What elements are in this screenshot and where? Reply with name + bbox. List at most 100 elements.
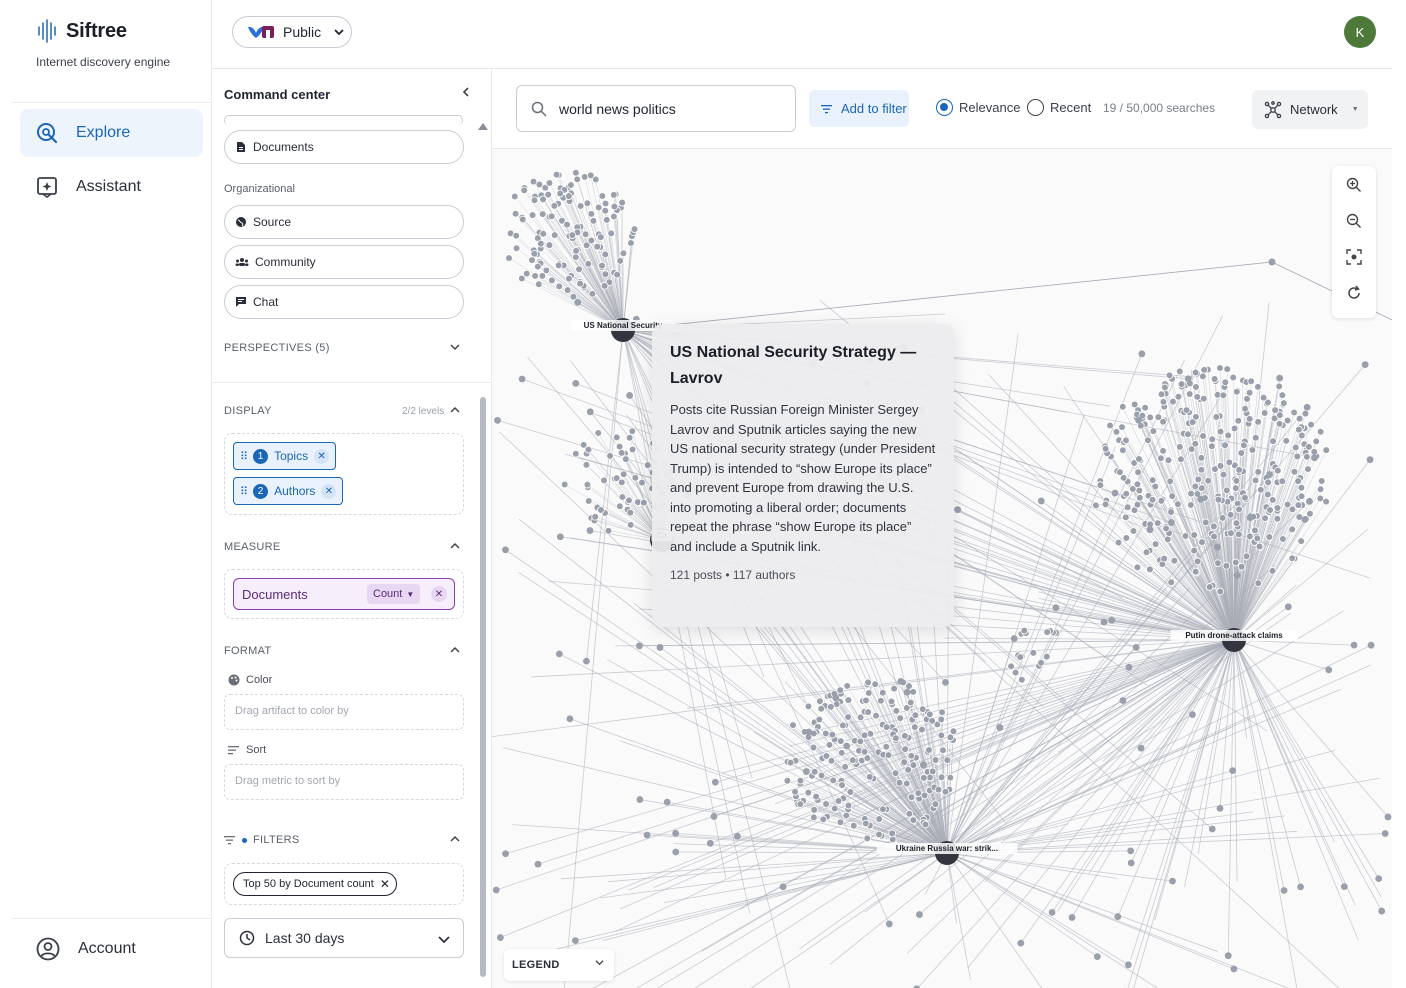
graph-node xyxy=(627,239,635,247)
chevron-up-icon[interactable] xyxy=(450,405,460,418)
graph-node xyxy=(928,767,937,776)
filters-dropzone[interactable]: Top 50 by Document count ✕ xyxy=(224,863,464,905)
sort-dropzone[interactable]: Drag metric to sort by xyxy=(224,764,464,800)
graph-node xyxy=(829,776,837,785)
account-icon xyxy=(36,937,60,961)
sort-relevance-radio[interactable]: Relevance xyxy=(936,99,1020,116)
date-range-label: Last 30 days xyxy=(265,930,345,946)
graph-node xyxy=(643,831,651,839)
graph-node xyxy=(1303,403,1311,411)
graph-node xyxy=(1177,380,1186,388)
graph-node xyxy=(779,883,787,891)
chevron-up-icon[interactable] xyxy=(450,541,460,554)
graph-node xyxy=(816,697,824,706)
sort-recent-radio[interactable]: Recent xyxy=(1027,99,1091,116)
graph-node xyxy=(1294,501,1303,509)
graph-node xyxy=(565,274,573,283)
display-levels: 2/2 levels xyxy=(402,406,445,417)
measure-chip[interactable]: Documents Count ▼ ✕ xyxy=(233,578,455,610)
add-to-filter-button[interactable]: Add to filter xyxy=(809,90,909,127)
graph-node xyxy=(1146,526,1154,534)
source-label: Source xyxy=(253,215,292,229)
graph-node xyxy=(1306,509,1314,518)
graph-node xyxy=(907,752,916,760)
community-button[interactable]: Community xyxy=(224,245,464,279)
graph-node xyxy=(1297,483,1306,492)
graph-node xyxy=(822,800,830,808)
zoom-in-icon[interactable] xyxy=(1343,174,1365,196)
source-button[interactable]: Source xyxy=(224,205,464,239)
graph-node xyxy=(1092,501,1100,510)
graph-node xyxy=(1266,506,1274,514)
graph-node xyxy=(1256,486,1265,494)
graph-node xyxy=(1340,883,1348,891)
graph-node xyxy=(556,189,564,198)
nav-item-explore[interactable]: Explore xyxy=(20,109,203,157)
graph-node xyxy=(892,707,901,715)
graph-node xyxy=(810,767,819,776)
graph-node xyxy=(862,696,870,705)
graph-node xyxy=(863,754,872,762)
nav-item-assistant[interactable]: Assistant xyxy=(20,163,203,211)
chevron-down-icon[interactable] xyxy=(450,342,460,355)
graph-node xyxy=(640,498,648,507)
fit-view-icon[interactable] xyxy=(1343,246,1365,268)
graph-node xyxy=(586,171,595,180)
chat-button[interactable]: Chat xyxy=(224,285,464,319)
scroll-up-icon[interactable] xyxy=(478,123,488,130)
remove-measure-icon[interactable]: ✕ xyxy=(431,586,447,602)
workspace-selector[interactable]: Public xyxy=(232,16,352,48)
graph-node xyxy=(783,776,792,785)
scrollbar[interactable] xyxy=(480,397,486,977)
remove-chip-icon[interactable]: ✕ xyxy=(314,448,330,464)
remove-chip-icon[interactable]: ✕ xyxy=(321,483,337,499)
graph-node xyxy=(1169,397,1177,406)
graph-node xyxy=(1205,583,1214,591)
drag-handle-icon[interactable]: ⠿ xyxy=(240,485,248,498)
format-label: FORMAT xyxy=(224,645,272,657)
drag-handle-icon[interactable]: ⠿ xyxy=(240,450,248,463)
graph-node xyxy=(1251,433,1260,442)
avatar[interactable]: K xyxy=(1344,16,1376,48)
workspace-logo-icon xyxy=(248,26,274,38)
filter-tag[interactable]: Top 50 by Document count ✕ xyxy=(233,872,397,896)
view-mode-select[interactable]: Network ▼ xyxy=(1252,90,1368,129)
perspectives-label[interactable]: PERSPECTIVES (5) xyxy=(224,342,330,354)
collapse-panel-icon[interactable] xyxy=(460,85,472,101)
graph-node xyxy=(1278,391,1287,399)
graph-node xyxy=(1210,375,1219,383)
legend-toggle[interactable]: LEGEND xyxy=(504,949,614,981)
graph-node xyxy=(1325,666,1333,674)
graph-node xyxy=(914,789,923,797)
zoom-out-icon[interactable] xyxy=(1343,210,1365,232)
add-filter-label: Add to filter xyxy=(841,101,907,116)
brand[interactable]: Siftree xyxy=(36,18,127,44)
graph-node xyxy=(628,427,637,436)
graph-node xyxy=(849,821,858,830)
remove-filter-icon[interactable]: ✕ xyxy=(380,877,390,891)
search-input[interactable]: world news politics xyxy=(516,85,796,132)
graph-node xyxy=(1210,522,1218,531)
display-dropzone[interactable]: ⠿ 1 Topics ✕ ⠿ 2 Authors ✕ xyxy=(224,433,464,515)
chevron-up-icon[interactable] xyxy=(450,645,460,658)
refresh-icon[interactable] xyxy=(1343,282,1365,304)
documents-button[interactable]: Documents xyxy=(224,130,464,164)
chevron-up-icon[interactable] xyxy=(450,834,460,847)
display-chip-topics[interactable]: ⠿ 1 Topics ✕ xyxy=(233,442,337,470)
graph-node xyxy=(588,290,597,298)
date-range-select[interactable]: Last 30 days xyxy=(224,918,464,958)
graph-node xyxy=(1268,567,1277,575)
graph-node xyxy=(1381,830,1389,837)
nav-item-account[interactable]: Account xyxy=(20,925,203,973)
graph-node xyxy=(1366,456,1374,464)
graph-node xyxy=(1255,542,1264,551)
graph-node xyxy=(1193,557,1202,566)
graph-node xyxy=(1231,558,1240,567)
graph-node xyxy=(494,416,501,424)
display-chip-authors[interactable]: ⠿ 2 Authors ✕ xyxy=(233,477,344,505)
graph-node xyxy=(1229,767,1237,775)
color-dropzone[interactable]: Drag artifact to color by xyxy=(224,694,464,730)
graph-node xyxy=(1254,383,1262,391)
aggregation-select[interactable]: Count ▼ xyxy=(367,584,421,604)
measure-dropzone[interactable]: Documents Count ▼ ✕ xyxy=(224,569,464,619)
